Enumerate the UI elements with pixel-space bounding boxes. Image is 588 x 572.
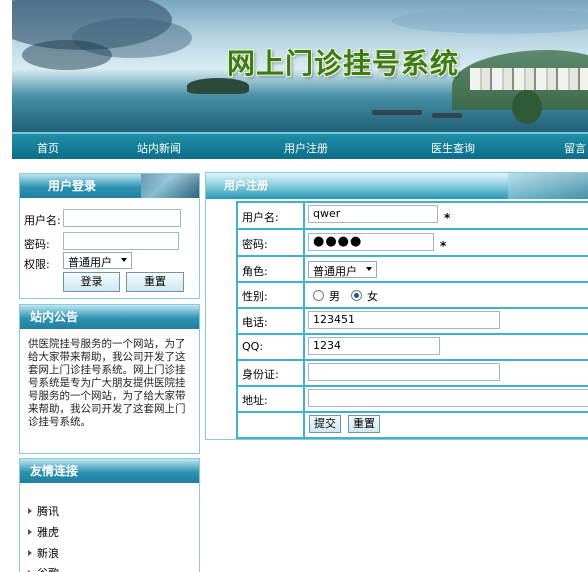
notice-panel: 站内公告 供医院挂号服务的一个网站，为了给大家带来帮助，我公司开发了这套网上门诊… — [19, 304, 200, 454]
register-address-label: 地址: — [242, 394, 268, 407]
gender-female-label: 女 — [367, 290, 378, 303]
register-panel-header: 用户注册 — [206, 173, 588, 199]
grid-line — [236, 201, 588, 203]
grid-line — [236, 333, 588, 335]
main-nav: 首页 站内新闻 用户注册 医生查询 留言 — [12, 132, 588, 159]
register-role-label: 角色: — [242, 265, 268, 278]
register-qq-input[interactable]: 1234 — [308, 337, 440, 355]
link-item-yahoo[interactable]: 雅虎 — [28, 524, 59, 540]
links-panel: 友情连接 腾讯 雅虎 新浪 谷歌 — [19, 458, 200, 572]
notice-panel-header: 站内公告 — [20, 305, 199, 329]
register-panel-title: 用户注册 — [224, 179, 268, 192]
register-username-input[interactable]: qwer — [308, 205, 438, 223]
grid-line — [303, 201, 305, 439]
login-username-input[interactable] — [63, 209, 181, 227]
link-item-google[interactable]: 谷歌 — [28, 565, 59, 572]
links-panel-header: 友情连接 — [20, 459, 199, 483]
register-qq-label: QQ: — [242, 340, 264, 353]
link-label: 腾讯 — [37, 505, 59, 518]
banner-cloud — [392, 8, 588, 34]
nav-item-register[interactable]: 用户注册 — [284, 140, 328, 156]
login-password-label: 密码: — [24, 238, 50, 251]
header-decoration — [141, 174, 199, 198]
grid-line — [236, 359, 588, 361]
grid-line — [236, 228, 588, 230]
register-password-input[interactable]: ●●●● — [308, 233, 434, 251]
login-reset-button[interactable]: 重置 — [126, 272, 184, 292]
banner-tree — [512, 90, 542, 124]
chevron-down-icon — [121, 258, 127, 262]
login-button[interactable]: 登录 — [63, 272, 120, 292]
nav-item-home[interactable]: 首页 — [37, 140, 59, 156]
register-username-label: 用户名: — [242, 211, 279, 224]
required-mark: * — [440, 239, 447, 253]
link-label: 新浪 — [37, 547, 59, 560]
grid-line — [236, 385, 588, 387]
grid-line — [236, 411, 588, 413]
grid-line — [236, 201, 238, 439]
bullet-icon — [28, 529, 32, 535]
register-gender-label: 性别: — [242, 290, 268, 303]
bullet-icon — [28, 508, 32, 514]
link-item-tencent[interactable]: 腾讯 — [28, 503, 59, 519]
grid-line — [236, 307, 588, 309]
link-item-sina[interactable]: 新浪 — [28, 545, 59, 561]
header-decoration — [508, 173, 588, 199]
register-panel: 用户注册 用户名: qwer * 密码: ●●●● * 角色: 普通用户 性别: — [205, 172, 588, 440]
login-panel: 用户登录 用户名: 密码: 权限: 普通用户 登录 重置 — [19, 173, 200, 299]
chevron-down-icon — [366, 267, 372, 271]
register-submit-button[interactable]: 提交 — [309, 415, 341, 433]
site-title: 网上门诊挂号系统 — [227, 47, 460, 80]
banner-boat — [432, 113, 462, 118]
banner-boat — [372, 110, 422, 115]
register-form-grid: 用户名: qwer * 密码: ●●●● * 角色: 普通用户 性别: 男 女 … — [236, 201, 588, 439]
links-panel-title: 友情连接 — [30, 464, 79, 478]
register-role-value: 普通用户 — [313, 265, 357, 278]
register-role-select[interactable]: 普通用户 — [308, 261, 377, 278]
register-phone-label: 电话: — [242, 316, 268, 329]
login-role-label: 权限: — [24, 258, 50, 271]
login-username-label: 用户名: — [24, 214, 61, 227]
register-phone-input[interactable]: 123451 — [308, 311, 500, 329]
banner-cloud — [22, 40, 112, 70]
notice-panel-title: 站内公告 — [30, 310, 79, 324]
login-panel-header: 用户登录 — [20, 174, 199, 198]
grid-line — [236, 255, 588, 257]
gender-male-radio[interactable] — [313, 290, 324, 301]
register-reset-button[interactable]: 重置 — [348, 415, 380, 433]
login-role-value: 普通用户 — [68, 256, 112, 269]
grid-line — [236, 281, 588, 283]
register-password-label: 密码: — [242, 238, 268, 251]
gender-female-radio[interactable] — [351, 290, 362, 301]
register-idcard-input[interactable] — [308, 363, 500, 381]
login-password-input[interactable] — [63, 232, 179, 250]
link-label: 谷歌 — [37, 567, 59, 572]
header-banner: 网上门诊挂号系统 — [12, 0, 588, 132]
login-role-select[interactable]: 普通用户 — [63, 252, 132, 269]
link-label: 雅虎 — [37, 526, 59, 539]
bullet-icon — [28, 550, 32, 556]
grid-line — [236, 437, 588, 439]
notice-text[interactable]: 供医院挂号服务的一个网站，为了给大家带来帮助，我公司开发了这套网上门诊挂号系统。… — [28, 338, 194, 450]
banner-houses — [470, 68, 588, 90]
nav-item-guestbook[interactable]: 留言 — [564, 140, 586, 156]
required-mark: * — [444, 211, 451, 225]
register-address-input[interactable] — [308, 389, 588, 407]
nav-item-doctor-search[interactable]: 医生查询 — [431, 140, 475, 156]
login-panel-title: 用户登录 — [48, 179, 97, 193]
nav-item-news[interactable]: 站内新闻 — [137, 140, 181, 156]
gender-male-label: 男 — [329, 290, 340, 303]
register-idcard-label: 身份证: — [242, 368, 279, 381]
